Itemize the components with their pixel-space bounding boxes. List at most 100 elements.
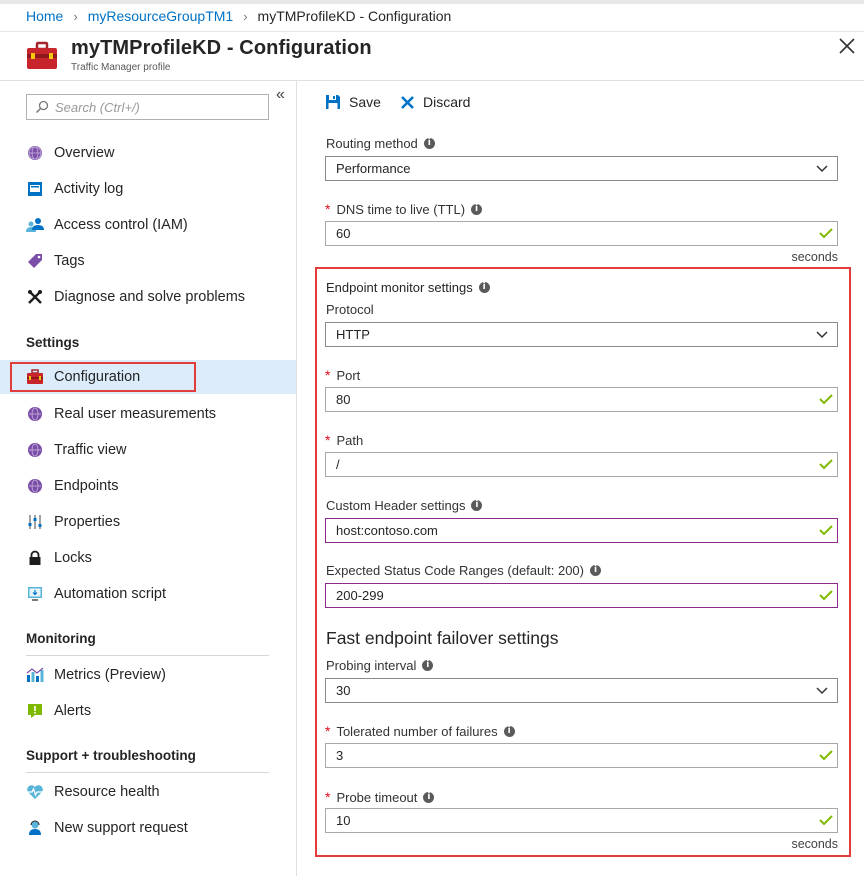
toolbox-icon (27, 41, 57, 69)
sidebar-item-overview[interactable]: Overview (0, 136, 296, 170)
sidebar-item-traffic-view[interactable]: Traffic view (0, 433, 296, 467)
valid-check-icon (819, 750, 833, 761)
status-code-field[interactable] (325, 583, 838, 608)
info-icon[interactable]: i (471, 203, 483, 215)
sidebar-item-endpoints[interactable]: Endpoints (0, 469, 296, 503)
protocol-select[interactable]: HTTP (325, 322, 838, 347)
sidebar-item-tags[interactable]: Tags (0, 244, 296, 278)
field-label: Tolerated number of failures (336, 723, 498, 739)
routing-method-select[interactable]: Performance (325, 156, 838, 181)
activity-log-icon (26, 180, 44, 198)
custom-header-field[interactable] (325, 518, 838, 543)
status-code-input[interactable] (336, 588, 806, 603)
globe-icon (26, 441, 44, 459)
info-icon[interactable]: i (471, 500, 483, 511)
save-label: Save (349, 94, 381, 110)
search-icon (35, 100, 49, 114)
sidebar-item-access-control[interactable]: Access control (IAM) (0, 208, 296, 242)
sidebar-item-real-user-measurements[interactable]: Real user measurements (0, 397, 296, 431)
sidebar-item-label: Metrics (Preview) (54, 667, 166, 683)
close-icon[interactable] (838, 37, 856, 55)
sidebar-item-label: Overview (54, 145, 115, 161)
heartbeat-icon (26, 783, 44, 801)
breadcrumb-home-link[interactable]: Home (26, 8, 63, 24)
required-asterisk: * (325, 367, 331, 383)
required-asterisk: * (325, 201, 331, 217)
valid-check-icon (819, 228, 833, 239)
sidebar-search[interactable] (26, 94, 269, 120)
tag-icon (26, 252, 44, 270)
field-label: Expected Status Code Ranges (default: 20… (326, 563, 584, 578)
info-icon[interactable]: i (423, 138, 435, 149)
probe-timeout-field[interactable] (325, 808, 838, 833)
dns-ttl-input[interactable] (336, 226, 806, 241)
sidebar-item-activity-log[interactable]: Activity log (0, 172, 296, 206)
probe-timeout-input[interactable] (336, 813, 806, 828)
section-divider (26, 772, 269, 773)
info-icon[interactable]: i (590, 565, 601, 576)
collapse-sidebar-icon[interactable]: « (276, 86, 285, 104)
globe-icon (26, 405, 44, 423)
dns-ttl-field[interactable] (325, 221, 838, 246)
field-label: Probe timeout (336, 789, 418, 805)
script-icon (26, 585, 44, 603)
endpoint-monitor-heading: Endpoint monitor settings i (326, 280, 490, 295)
sidebar-item-diagnose[interactable]: Diagnose and solve problems (0, 280, 296, 314)
path-field[interactable] (325, 452, 838, 477)
probe-timeout-label: * Probe timeout i (325, 789, 435, 805)
fast-failover-heading: Fast endpoint failover settings (326, 628, 559, 648)
sidebar-item-properties[interactable]: Properties (0, 505, 296, 539)
port-input[interactable] (336, 392, 806, 407)
tolerated-failures-input[interactable] (336, 748, 806, 763)
sidebar-item-alerts[interactable]: Alerts (0, 694, 296, 728)
sidebar-item-metrics[interactable]: Metrics (Preview) (0, 658, 296, 692)
save-icon (326, 95, 340, 109)
chevron-down-icon (816, 165, 828, 173)
section-heading-settings: Settings (26, 335, 80, 350)
sidebar-item-label: Locks (54, 550, 92, 566)
info-icon[interactable]: i (422, 660, 434, 671)
chevron-down-icon (816, 687, 828, 695)
sidebar-item-label: Activity log (54, 181, 124, 197)
sidebar-item-new-support-request[interactable]: New support request (0, 811, 296, 845)
tolerated-failures-field[interactable] (325, 743, 838, 768)
sidebar-item-locks[interactable]: Locks (0, 541, 296, 575)
probing-interval-select[interactable]: 30 (325, 678, 838, 703)
select-value: HTTP (336, 327, 370, 342)
breadcrumb-resource-group-link[interactable]: myResourceGroupTM1 (88, 8, 234, 24)
required-asterisk: * (325, 432, 331, 448)
required-asterisk: * (325, 723, 331, 739)
chart-icon (26, 666, 44, 684)
sidebar-item-resource-health[interactable]: Resource health (0, 775, 296, 809)
field-label: Port (336, 367, 361, 383)
probe-timeout-unit: seconds (791, 837, 838, 851)
path-label: * Path (325, 432, 364, 448)
tools-icon (26, 288, 44, 306)
custom-header-label: Custom Header settings i (326, 498, 483, 513)
port-field[interactable] (325, 387, 838, 412)
chevron-right-icon: › (243, 8, 248, 24)
field-label: Path (336, 432, 364, 448)
title-divider (0, 80, 864, 81)
routing-method-label: Routing method i (326, 136, 435, 151)
header-divider (0, 31, 864, 32)
top-strip (0, 0, 864, 4)
custom-header-input[interactable] (336, 523, 806, 538)
info-icon[interactable]: i (478, 282, 490, 293)
discard-button[interactable]: Discard (400, 91, 470, 113)
required-asterisk: * (325, 789, 331, 805)
info-icon[interactable]: i (503, 725, 515, 737)
lock-icon (26, 549, 44, 567)
discard-icon (401, 95, 414, 109)
breadcrumb: Home › myResourceGroupTM1 › myTMProfileK… (26, 6, 451, 26)
path-input[interactable] (336, 457, 806, 472)
save-button[interactable]: Save (325, 91, 381, 113)
field-label: DNS time to live (TTL) (336, 201, 466, 217)
select-value: 30 (336, 683, 351, 698)
sidebar-item-label: Tags (54, 253, 85, 269)
search-input[interactable] (55, 99, 255, 115)
valid-check-icon (819, 459, 833, 470)
support-person-icon (26, 819, 44, 837)
sidebar-item-automation-script[interactable]: Automation script (0, 577, 296, 611)
info-icon[interactable]: i (423, 791, 435, 803)
